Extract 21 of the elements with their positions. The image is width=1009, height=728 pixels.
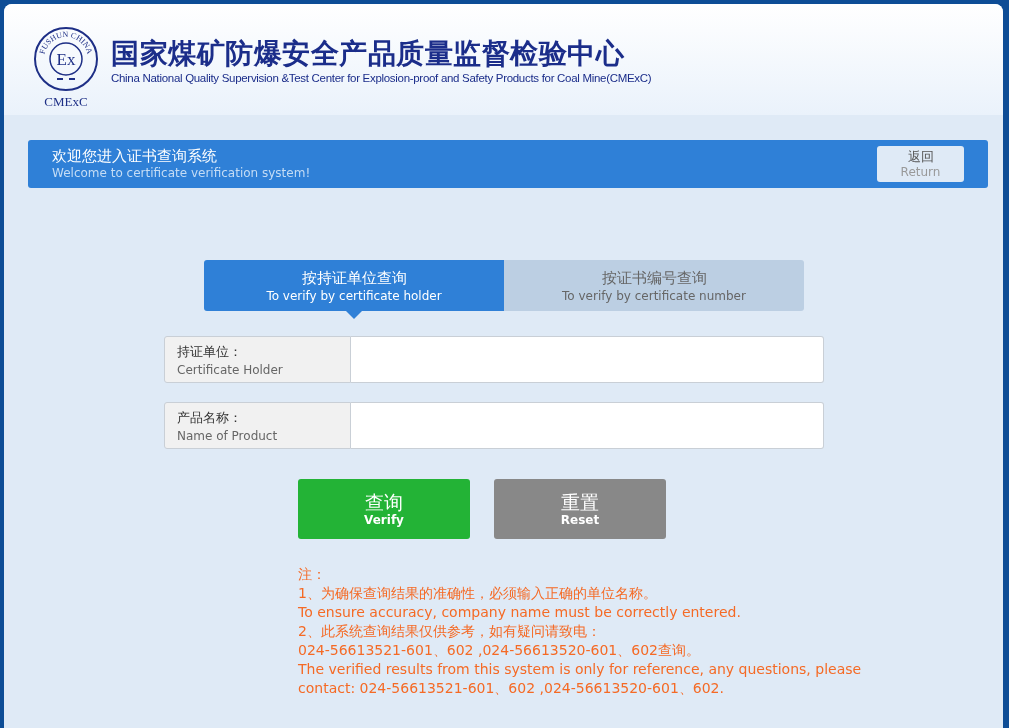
- note-text: 2、此系统查询结果仅供参考，如有疑问请致电：: [298, 622, 602, 641]
- return-button[interactable]: 返回 Return: [877, 146, 964, 182]
- note-text: 024-56613521-601、602 ,024-56613520-601、602查询。: [298, 641, 701, 660]
- input-field[interactable]: [351, 336, 824, 383]
- site-title: 国家煤矿防爆安全产品质量监督检验中心: [111, 38, 625, 70]
- verify-button[interactable]: 查询 Verify: [298, 479, 470, 539]
- logo-caption: CMExC: [44, 94, 88, 110]
- note-text: contact: 024-56613521-601、602 ,024-56613520-601、602.: [298, 679, 725, 698]
- field-label: 产品名称： Name of Product: [164, 402, 351, 449]
- banner-subtitle: Welcome to certificate verification system!: [52, 165, 311, 181]
- search-tab[interactable]: 按证书编号查询 To verify by certificate number: [504, 260, 804, 311]
- tab-pointer-icon: [346, 311, 362, 319]
- banner-title: 欢迎您进入证书查询系统: [52, 147, 218, 165]
- reset-button[interactable]: 重置 Reset: [494, 479, 666, 539]
- note-text: The verified results from this system is only for reference, any questions, please: [298, 660, 863, 679]
- site-subtitle: China National Quality Supervision &Test Center for Explosion-proof and Safety Products for Coal Mine(CMExC): [111, 72, 652, 84]
- note-text: 注：: [298, 565, 327, 584]
- field-label: 持证单位： Certificate Holder: [164, 336, 351, 383]
- note-text: 1、为确保查询结果的准确性，必须输入正确的单位名称。: [298, 584, 658, 603]
- input-field[interactable]: [351, 402, 824, 449]
- note-text: To ensure accuracy, company name must be correctly entered.: [298, 603, 742, 622]
